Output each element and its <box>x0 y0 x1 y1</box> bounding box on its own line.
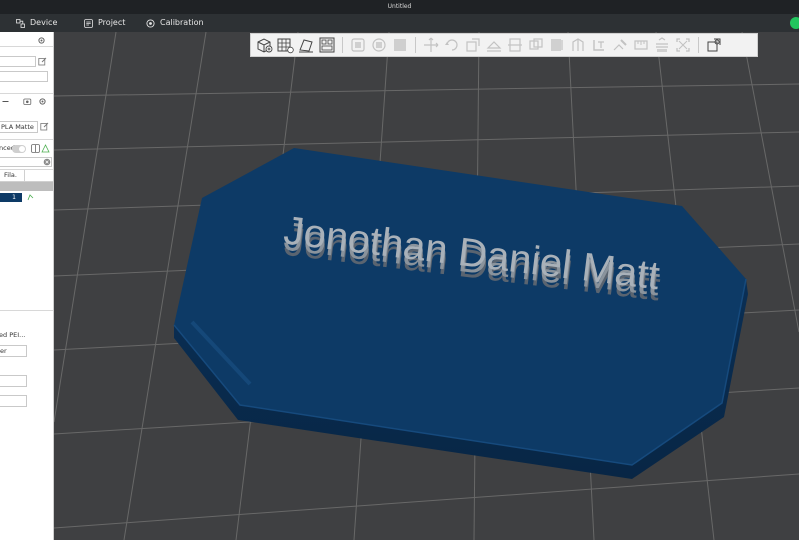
plate-settings-icon[interactable] <box>41 144 50 153</box>
toolbar-separator <box>698 37 699 53</box>
delete-icon <box>394 39 406 51</box>
3d-viewport[interactable]: Jonothan Daniel Matt Jonothan Daniel Mat… <box>54 32 799 540</box>
plate-type-label: ed PEI... <box>0 331 26 339</box>
boolean-tool-button[interactable] <box>527 36 545 54</box>
view-settings-button[interactable] <box>705 36 723 54</box>
fit-view-button[interactable] <box>674 36 692 54</box>
delete-all-button[interactable] <box>391 36 409 54</box>
assemble-button[interactable] <box>653 36 671 54</box>
tab-bar: Device Project Calibration <box>0 14 799 32</box>
minus-icon[interactable] <box>2 98 9 105</box>
cut-tool-button[interactable] <box>506 36 524 54</box>
view-settings-icon <box>707 38 721 52</box>
cut-icon <box>508 38 522 52</box>
tab-project-label: Project <box>98 18 126 27</box>
text-tool-button[interactable] <box>590 36 608 54</box>
calibration-icon <box>146 18 155 28</box>
compare-icon[interactable] <box>31 144 40 153</box>
rotate-tool-button[interactable] <box>443 36 461 54</box>
setting-field-1[interactable] <box>0 375 27 387</box>
grid-plate-icon <box>277 38 294 54</box>
seam-icon <box>572 38 584 51</box>
copy-button[interactable] <box>349 36 367 54</box>
support-paint-button[interactable] <box>548 36 566 54</box>
filament-slot-value: 1 <box>12 194 16 201</box>
divider <box>0 139 53 140</box>
color-paint-icon <box>613 39 627 51</box>
auto-orient-button[interactable] <box>297 36 315 54</box>
left-settings-panel: PLA Matte nced Fila. 1 ed PEI... er <box>0 32 54 540</box>
slicer-app: Untitled Device Project Calibration PLA … <box>0 0 799 540</box>
setting-field-2[interactable] <box>0 395 27 407</box>
toolbar-separator <box>342 37 343 53</box>
copy-icon <box>351 38 365 52</box>
rotate-icon <box>445 39 458 51</box>
status-indicator <box>790 17 799 29</box>
paste-icon <box>372 38 386 52</box>
object-table-header: Fila. <box>0 170 53 182</box>
divider <box>0 310 53 311</box>
arrange-icon <box>319 37 335 53</box>
add-plate-button[interactable] <box>276 36 294 54</box>
filament-settings-icon[interactable] <box>38 97 47 106</box>
printer-field[interactable] <box>0 71 48 82</box>
toolbar-separator <box>415 37 416 53</box>
seam-paint-button[interactable] <box>569 36 587 54</box>
divider <box>0 93 53 94</box>
add-cube-icon <box>257 38 273 53</box>
viewport-toolbar <box>250 33 758 57</box>
filament-label: PLA Matte <box>1 123 34 131</box>
table-group-row[interactable] <box>0 182 53 191</box>
scale-icon <box>466 38 480 52</box>
filament-select[interactable]: PLA Matte <box>0 121 38 133</box>
orient-icon <box>299 39 313 53</box>
clear-search-icon[interactable] <box>43 158 51 166</box>
paste-button[interactable] <box>370 36 388 54</box>
tab-project[interactable]: Project <box>84 14 125 32</box>
plate-select[interactable]: er <box>0 345 27 357</box>
gear-icon[interactable] <box>37 36 46 45</box>
move-tool-button[interactable] <box>422 36 440 54</box>
filament-slot-cell[interactable]: 1 <box>0 193 22 202</box>
divider <box>0 46 53 47</box>
tab-calibration-label: Calibration <box>160 18 204 27</box>
tab-device-label: Device <box>30 18 58 27</box>
nameplate-model[interactable]: Jonothan Daniel Matt Jonothan Daniel Mat… <box>173 148 748 479</box>
window-title: Untitled <box>387 3 412 10</box>
fit-view-icon <box>676 38 690 52</box>
measure-icon <box>634 40 648 50</box>
edit-icon[interactable] <box>38 57 47 66</box>
assemble-icon <box>656 37 668 52</box>
advanced-toggle[interactable] <box>12 145 26 153</box>
plate-sub-label: er <box>0 347 7 355</box>
printer-select[interactable] <box>0 56 36 67</box>
move-icon <box>424 37 439 52</box>
scale-tool-button[interactable] <box>464 36 482 54</box>
measure-tool-button[interactable] <box>632 36 650 54</box>
lay-flat-icon <box>486 41 502 52</box>
title-bar: Untitled <box>0 0 799 14</box>
boolean-icon <box>529 38 543 50</box>
device-icon <box>16 18 25 28</box>
tab-device[interactable]: Device <box>16 14 57 32</box>
filament-sync-icon[interactable] <box>23 97 32 106</box>
build-plate-scene[interactable]: Jonothan Daniel Matt Jonothan Daniel Mat… <box>54 32 799 540</box>
support-paint-icon <box>551 39 563 51</box>
lay-on-face-button[interactable] <box>485 36 503 54</box>
arrange-button[interactable] <box>318 36 336 54</box>
color-paint-button[interactable] <box>611 36 629 54</box>
object-settings-icon[interactable] <box>27 194 34 201</box>
table-header-fila: Fila. <box>4 171 17 179</box>
tab-calibration[interactable]: Calibration <box>146 14 204 32</box>
text-shape-icon <box>593 40 604 51</box>
edit-filament-icon[interactable] <box>40 122 49 131</box>
add-object-button[interactable] <box>255 36 273 54</box>
project-icon <box>84 18 93 28</box>
